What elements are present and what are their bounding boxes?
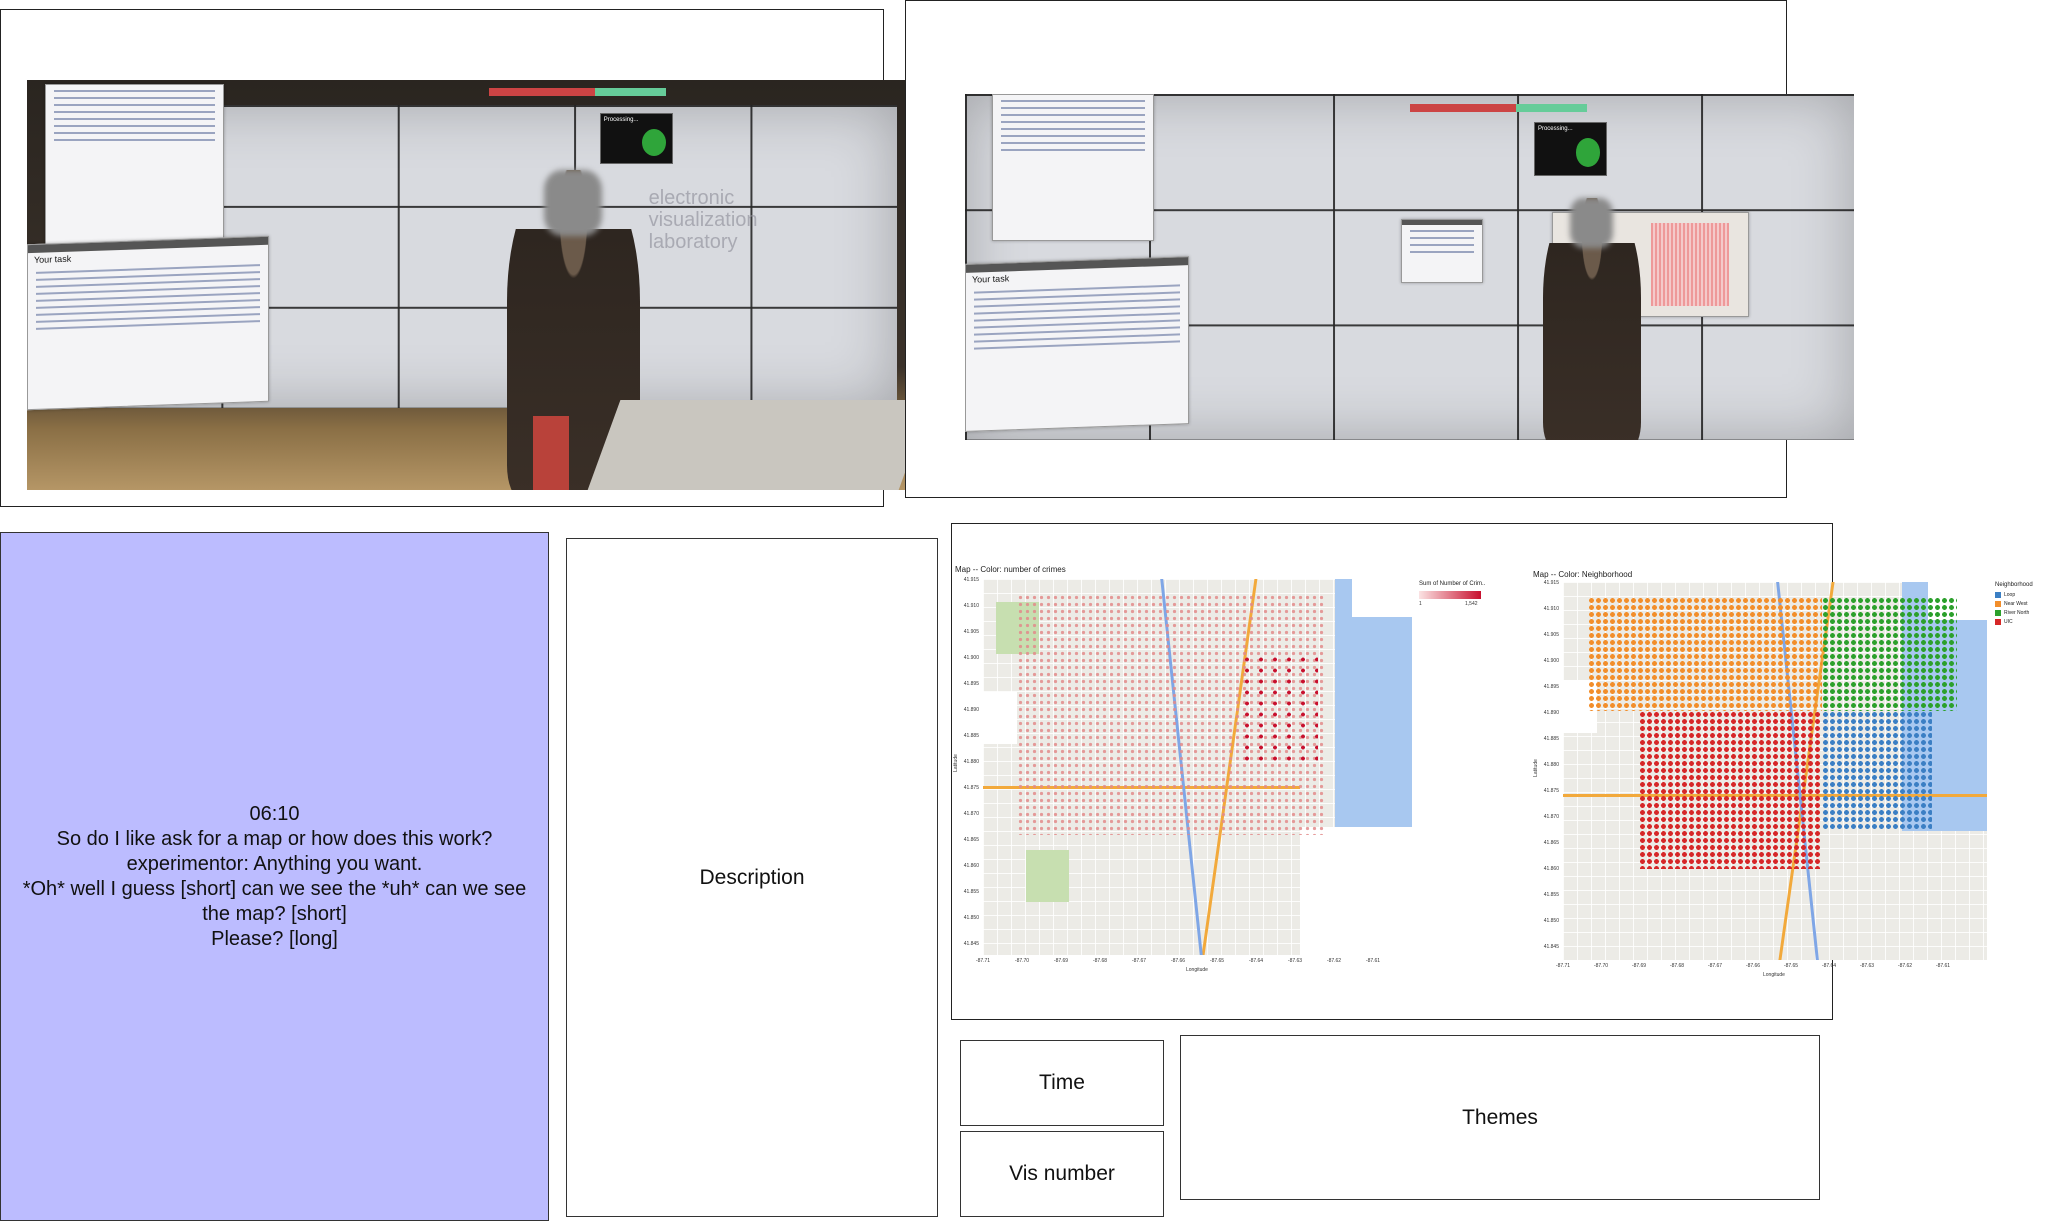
- room-table: [587, 399, 915, 490]
- wall-small-window: [1400, 218, 1483, 283]
- themes-panel: Themes: [1180, 1035, 1820, 1200]
- legend-item-river-north: River North: [1995, 610, 2029, 616]
- map-blank-region: [1300, 827, 1412, 955]
- legend-title: Sum of Number of Crim..: [1419, 581, 1486, 587]
- x-axis-label: Longitude: [1186, 967, 1208, 973]
- time-panel: Time: [960, 1040, 1164, 1126]
- transcript-line: So do I like ask for a map or how does t…: [56, 827, 493, 850]
- map-title: Map -- Color: number of crimes: [955, 565, 1066, 574]
- crime-count-map: Map -- Color: number of crimes 41.915 41…: [952, 565, 1486, 973]
- status-circle-icon: [1576, 138, 1601, 167]
- near-west-dots: [1588, 597, 1822, 711]
- wall-tab-strip: [488, 88, 667, 97]
- video-wall-photo-right: Your task Processing...: [965, 94, 1854, 440]
- wall-document-top: [991, 94, 1154, 242]
- map-blank-region: [983, 691, 1018, 745]
- legend-max: 1,542: [1465, 601, 1478, 607]
- river-north-dots: [1821, 597, 1958, 711]
- vis-number-label: Vis number: [1009, 1162, 1115, 1185]
- legend-title: Neighborhood: [1995, 582, 2033, 588]
- transcript-line: experimentor: Anything you want.: [126, 852, 423, 875]
- description-label: Description: [699, 865, 805, 889]
- legend-item-near-west: Near West: [1995, 601, 2028, 607]
- legend-item-loop: Loop: [1995, 592, 2015, 598]
- park-area: [1025, 849, 1069, 903]
- transcript-timestamp: 06:10: [249, 802, 300, 825]
- wall-task-document: Your task: [27, 235, 269, 411]
- legend-color-ramp: [1419, 591, 1481, 599]
- legend-min: 1: [1419, 601, 1422, 607]
- legend-item-uic: UIC: [1995, 619, 2013, 625]
- y-axis-label: Latitude: [1532, 759, 1539, 777]
- crime-hotspot-dots: [1240, 654, 1318, 767]
- legend-swatch: [1995, 592, 2001, 598]
- wall-task-document: Your task: [965, 256, 1190, 433]
- map-basemap: [983, 579, 1412, 955]
- loop-dots: [1821, 710, 1932, 832]
- legend-swatch: [1995, 610, 2001, 616]
- neighborhood-map: Map -- Color: Neighborhood 41.915 41.910…: [1532, 570, 2033, 978]
- vis-number-panel: Vis number: [960, 1131, 1164, 1217]
- person-silhouette: [1542, 197, 1641, 440]
- processing-popup: Processing...: [599, 112, 673, 164]
- video-wall-photo-left: Your task electronic visualization labor…: [27, 80, 915, 490]
- legend-swatch: [1995, 601, 2001, 607]
- transcript-line: *Oh* well I guess [short] can we see the…: [22, 877, 527, 925]
- time-label: Time: [1039, 1071, 1085, 1094]
- uic-dots: [1639, 710, 1822, 870]
- lab-logo-text: electronic visualization laboratory: [648, 186, 758, 253]
- map-title: Map -- Color: Neighborhood: [1533, 570, 1633, 579]
- transcript-panel: 06:10 So do I like ask for a map or how …: [0, 532, 549, 1221]
- processing-popup: Processing...: [1533, 121, 1608, 176]
- wall-document-top: [44, 84, 225, 251]
- x-axis-label: Longitude: [1763, 972, 1785, 978]
- room-chair: [533, 416, 569, 490]
- description-panel: Description: [566, 538, 938, 1217]
- y-axis-label: Latitude: [952, 754, 959, 772]
- map-blank-region: [1351, 579, 1412, 617]
- map-basemap: [1563, 582, 1987, 960]
- wall-tab-strip: [1409, 104, 1588, 113]
- transcript-line: Please? [long]: [211, 927, 338, 950]
- status-circle-icon: [641, 128, 667, 156]
- legend-swatch: [1995, 619, 2001, 625]
- themes-label: Themes: [1462, 1105, 1538, 1129]
